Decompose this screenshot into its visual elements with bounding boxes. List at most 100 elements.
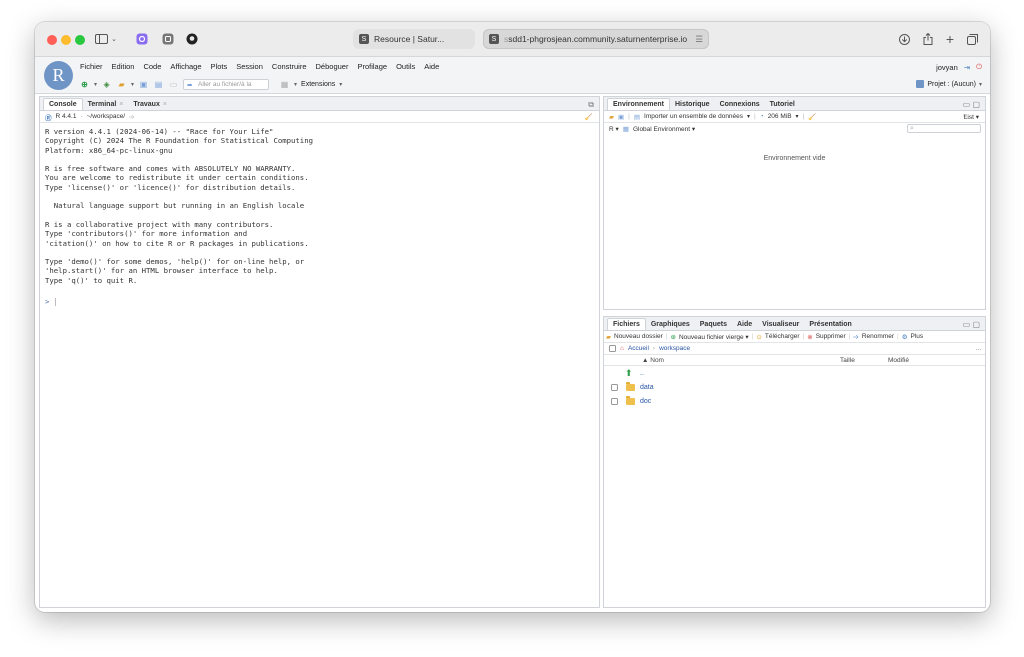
column-size[interactable]: Taille xyxy=(840,357,855,364)
address-bar-url[interactable]: sdd1-phgrosjean.community.saturnenterpri… xyxy=(508,34,687,44)
goto-file-input[interactable]: ➦ Aller au fichier/à la xyxy=(183,79,270,90)
tab-paquets[interactable]: Paquets xyxy=(695,319,732,330)
chevron-down-icon[interactable]: ▾ xyxy=(339,81,342,88)
extensions-menu[interactable]: Extensions xyxy=(301,81,335,88)
maximize-pane-icon[interactable]: ⧉ xyxy=(588,100,594,110)
close-icon[interactable]: × xyxy=(163,101,167,108)
menu-aide[interactable]: Aide xyxy=(424,62,439,71)
upload-button[interactable]: Télécharger xyxy=(765,333,800,340)
open-file-icon[interactable]: ▰ xyxy=(116,79,127,90)
tab-presentation[interactable]: Présentation xyxy=(804,319,856,330)
menu-outils[interactable]: Outils xyxy=(396,62,415,71)
column-name[interactable]: ▲ Nom xyxy=(642,357,664,364)
breadcrumb-home[interactable]: Accueil xyxy=(628,345,649,352)
load-workspace-icon[interactable]: ▰ xyxy=(609,113,614,121)
import-dataset-button[interactable]: Importer un ensemble de données xyxy=(644,113,743,120)
extension-icon[interactable] xyxy=(161,31,175,47)
new-file-icon[interactable]: ⊕ xyxy=(79,79,90,90)
broom-icon[interactable]: 🧹 xyxy=(808,113,816,121)
goto-directory-icon[interactable]: ➩ xyxy=(129,113,134,121)
file-name[interactable]: data xyxy=(640,384,654,391)
minimize-window-button[interactable] xyxy=(61,35,71,45)
tab-tutoriel[interactable]: Tutoriel xyxy=(765,99,800,110)
import-dataset-icon[interactable]: ▤ xyxy=(634,113,640,121)
github-icon[interactable] xyxy=(185,31,199,47)
print-icon[interactable]: ▭ xyxy=(168,79,179,90)
tab-connexions[interactable]: Connexions xyxy=(715,99,765,110)
tab-aide[interactable]: Aide xyxy=(732,319,757,330)
delete-button[interactable]: Supprimer xyxy=(816,333,846,340)
save-workspace-icon[interactable]: ▣ xyxy=(618,113,624,121)
chevron-down-icon[interactable]: ▾ xyxy=(131,81,134,88)
save-all-icon[interactable]: ▤ xyxy=(153,79,164,90)
new-project-icon[interactable]: ◈ xyxy=(101,79,112,90)
tab-environnement[interactable]: Environnement xyxy=(607,98,670,110)
menu-affichage[interactable]: Affichage xyxy=(170,62,201,71)
new-blank-file-button[interactable]: Nouveau fichier vierge ▾ xyxy=(679,333,749,341)
menu-fichier[interactable]: Fichier xyxy=(80,62,103,71)
more-button[interactable]: Plus xyxy=(911,333,924,340)
reader-icon[interactable]: ☰ xyxy=(695,34,703,45)
minimize-maximize-icon[interactable]: ▭ ▢ xyxy=(963,320,980,329)
tab-group-icon[interactable] xyxy=(135,31,149,47)
file-name[interactable]: doc xyxy=(640,398,651,405)
rename-button[interactable]: Renommer xyxy=(862,333,894,340)
parent-link[interactable]: .. xyxy=(640,370,644,377)
browser-tab-resource[interactable]: S Resource | Satur... xyxy=(353,29,475,49)
tab-visualiseur[interactable]: Visualiseur xyxy=(757,319,804,330)
browser-tab-rstudio[interactable]: S ssdd1-phgrosjean.community.saturnenter… xyxy=(483,29,709,49)
file-row-data[interactable]: data xyxy=(604,380,985,394)
tab-graphiques[interactable]: Graphiques xyxy=(646,319,695,330)
environment-search-input[interactable]: ⌕ xyxy=(907,124,981,133)
project-icon xyxy=(916,80,925,88)
menu-code[interactable]: Code xyxy=(143,62,161,71)
menu-plots[interactable]: Plots xyxy=(211,62,228,71)
home-icon[interactable]: ⌂ xyxy=(620,345,624,352)
menu-edition[interactable]: Edition xyxy=(112,62,135,71)
new-folder-button[interactable]: Nouveau dossier xyxy=(614,333,663,340)
close-icon[interactable]: × xyxy=(119,101,123,108)
console-input[interactable]: > xyxy=(40,297,599,307)
menu-session[interactable]: Session xyxy=(236,62,263,71)
power-icon[interactable]: ⏻ xyxy=(976,62,982,72)
zoom-window-button[interactable] xyxy=(75,35,85,45)
language-select[interactable]: R ▾ xyxy=(609,125,619,133)
breadcrumb-current[interactable]: workspace xyxy=(659,345,690,352)
menu-profilage[interactable]: Profilage xyxy=(357,62,387,71)
tab-travaux[interactable]: Travaux × xyxy=(128,99,172,110)
chevron-down-icon[interactable]: ▾ xyxy=(796,113,799,120)
gear-icon: ⚙ xyxy=(901,333,908,341)
download-icon[interactable] xyxy=(897,31,911,47)
tab-title: Resource | Satur... xyxy=(374,34,445,44)
tab-console[interactable]: Console xyxy=(43,98,83,110)
share-icon[interactable] xyxy=(921,31,935,47)
chevron-down-icon[interactable]: ▾ xyxy=(294,81,297,88)
row-checkbox[interactable] xyxy=(611,397,618,405)
sidebar-toggle-icon[interactable]: ⌄ xyxy=(95,31,117,47)
save-icon[interactable]: ▣ xyxy=(138,79,149,90)
memory-usage[interactable]: 206 MiB xyxy=(768,113,792,120)
file-row-doc[interactable]: doc xyxy=(604,394,985,408)
chevron-down-icon[interactable]: ▾ xyxy=(747,113,750,120)
environment-scope-select[interactable]: Global Environment ▾ xyxy=(633,125,695,133)
minimize-maximize-icon[interactable]: ▭ ▢ xyxy=(963,100,980,109)
view-mode-select[interactable]: List ▾ xyxy=(964,113,979,121)
clear-console-icon[interactable]: 🧹 xyxy=(585,113,593,121)
tab-historique[interactable]: Historique xyxy=(670,99,715,110)
grid-layout-icon[interactable]: ▦ xyxy=(279,79,290,90)
select-all-checkbox[interactable] xyxy=(609,345,616,352)
column-modified[interactable]: Modifié xyxy=(888,357,909,364)
tab-terminal[interactable]: Terminal × xyxy=(83,99,129,110)
tab-overview-icon[interactable] xyxy=(965,31,979,47)
menu-construire[interactable]: Construire xyxy=(272,62,307,71)
project-menu[interactable]: Projet : (Aucun) ▾ xyxy=(916,80,982,88)
row-checkbox[interactable] xyxy=(611,383,618,391)
sign-out-icon[interactable]: ⇥ xyxy=(964,63,970,72)
new-tab-icon[interactable]: + xyxy=(943,31,957,47)
menu-deboguer[interactable]: Déboguer xyxy=(316,62,349,71)
more-path-button[interactable]: ... xyxy=(976,345,981,352)
chevron-down-icon[interactable]: ▾ xyxy=(94,81,97,88)
close-window-button[interactable] xyxy=(47,35,57,45)
parent-directory-row[interactable]: ⬆ .. xyxy=(604,366,985,380)
tab-fichiers[interactable]: Fichiers xyxy=(607,318,646,330)
